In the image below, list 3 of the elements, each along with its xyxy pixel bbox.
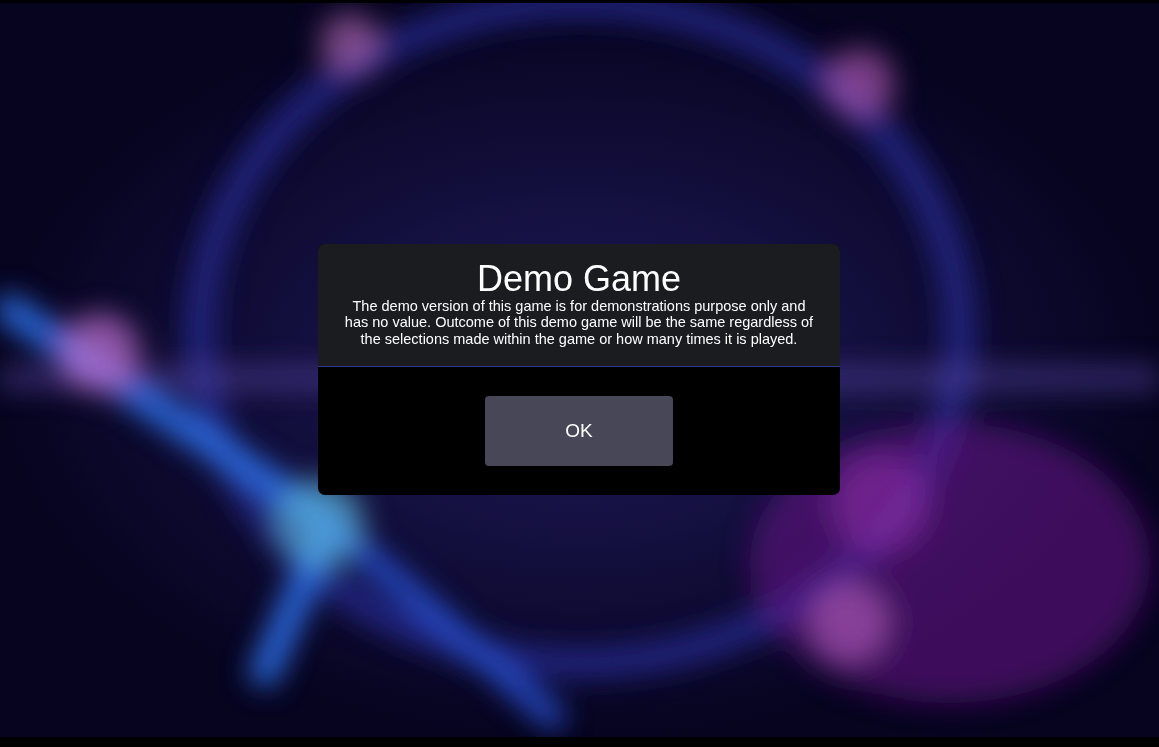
ok-button[interactable]: OK (485, 395, 673, 466)
dialog-message: The demo version of this game is for demonstrations purpose only and has no value. Outcome of this demo game will be the same regardless of the selections made within the game or how many times it is played. (343, 297, 815, 348)
dialog-title: Demo Game (475, 260, 683, 298)
